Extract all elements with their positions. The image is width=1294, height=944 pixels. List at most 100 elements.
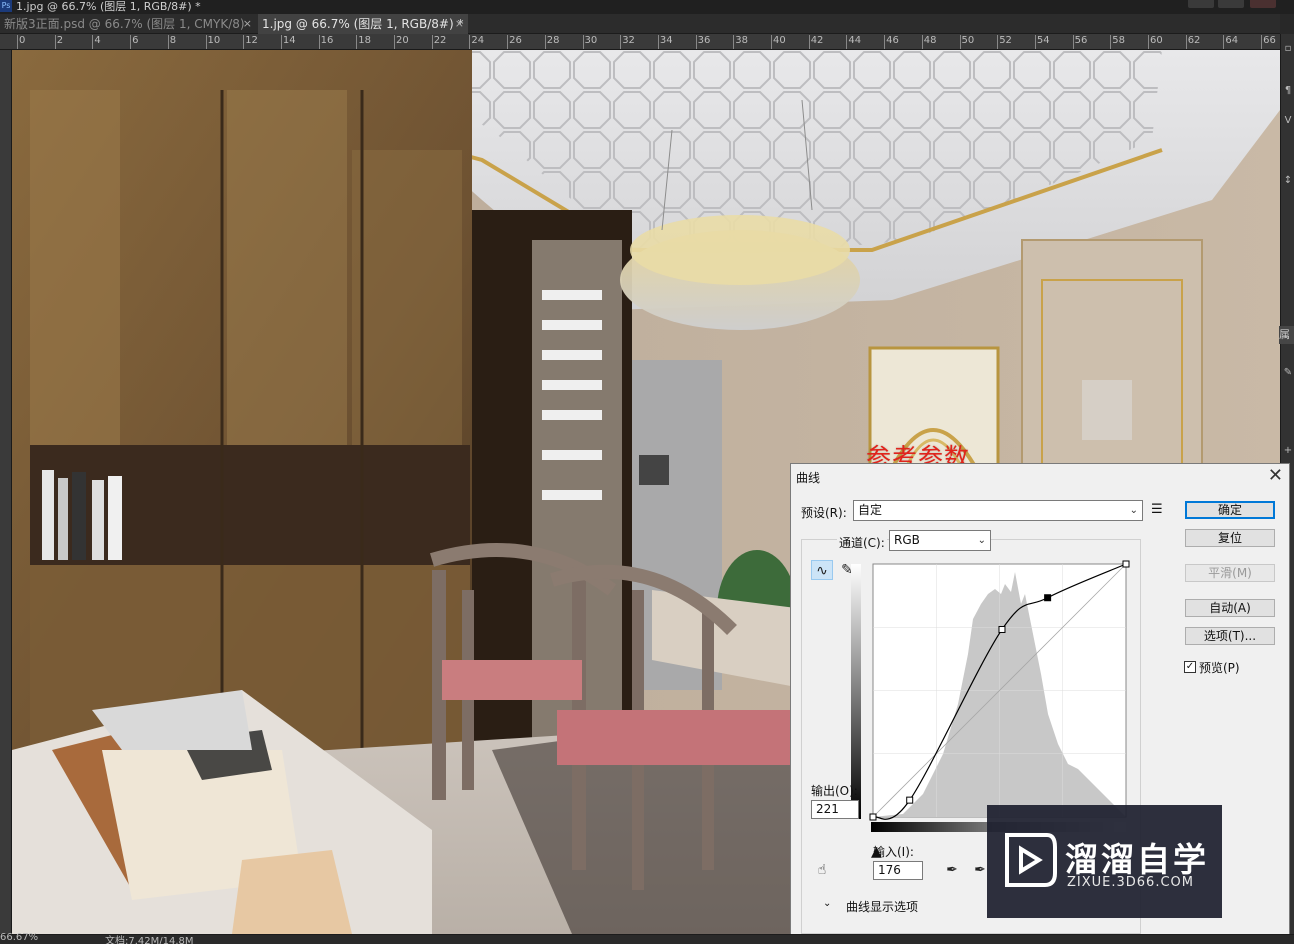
ruler-tick [394, 35, 395, 49]
ruler-label: 50 [961, 35, 975, 46]
vertical-ruler[interactable] [0, 50, 12, 934]
properties-tab[interactable]: 属 [1279, 326, 1294, 344]
close-window-button[interactable] [1250, 0, 1276, 8]
ruler-tick [54, 35, 56, 49]
ruler-tick [507, 35, 509, 49]
ruler-tick [921, 35, 923, 49]
curve-edit-tool-icon[interactable]: ∿ [811, 560, 833, 580]
curve-point [1122, 560, 1130, 568]
ruler-tick [130, 35, 132, 49]
ruler-tick [1072, 35, 1074, 49]
reset-button[interactable]: 复位 [1185, 529, 1275, 547]
ruler-label: 64 [1225, 35, 1239, 46]
ruler-label: 38 [735, 35, 749, 46]
maximize-button[interactable] [1218, 0, 1244, 8]
ruler-tick [808, 35, 810, 49]
channel-value: RGB [894, 533, 920, 547]
ruler-label: 46 [886, 35, 899, 46]
curve-point [906, 796, 914, 804]
minimize-button[interactable] [1188, 0, 1214, 8]
output-label: 输出(O): [811, 784, 858, 798]
curve-graph[interactable] [851, 560, 1136, 840]
chevron-down-icon: ⌄ [1129, 505, 1138, 516]
ruler-tick [167, 35, 169, 49]
ruler-label: 52 [999, 35, 1012, 46]
ruler-label: 54 [1036, 35, 1050, 46]
curve-display-options-label[interactable]: 曲线显示选项 [846, 898, 918, 915]
preset-value: 自定 [858, 503, 883, 517]
ruler-tick [243, 35, 245, 49]
ruler-label: 12 [245, 35, 258, 46]
ruler-tick [431, 35, 433, 49]
zoom-level[interactable]: 66.67% [0, 932, 38, 943]
options-button[interactable]: 选项(T)... [1185, 627, 1275, 645]
ruler-label: 4 [94, 35, 101, 46]
ruler-label: 36 [697, 35, 711, 46]
tab-psd-document[interactable]: 新版3正面.psd @ 66.7% (图层 1, CMYK/8) × [0, 14, 256, 34]
ruler-tick [997, 35, 999, 49]
ruler-tick [771, 35, 772, 49]
target-adjust-tool-icon[interactable]: ☝ [811, 860, 833, 880]
ruler-label: 22 [433, 35, 447, 46]
tab-close-icon[interactable]: × [243, 14, 252, 34]
ruler-tick [469, 35, 471, 49]
preset-menu-icon[interactable]: ☰ [1151, 502, 1163, 517]
watermark-logo-icon [1005, 833, 1057, 887]
black-eyedropper-icon[interactable]: ✒ [941, 860, 963, 880]
channel-select[interactable]: RGB ⌄ [889, 530, 991, 551]
window-title: 1.jpg @ 66.7% (图层 1, RGB/8#) * [16, 0, 201, 13]
tab-close-icon[interactable]: × [455, 14, 464, 34]
ruler-tick [1261, 35, 1263, 49]
ruler-label: 32 [622, 35, 635, 46]
dialog-close-icon[interactable]: ✕ [1268, 465, 1283, 486]
ruler-tick [1034, 35, 1036, 49]
ruler-label: 44 [848, 35, 862, 46]
tab-label: 1.jpg @ 66.7% (图层 1, RGB/8#) * [262, 17, 464, 31]
preview-checkbox[interactable]: ✓ [1184, 661, 1196, 673]
watermark-brand: 溜溜自学 [1065, 840, 1209, 879]
paragraph-icon[interactable]: ¶ [1282, 84, 1294, 98]
ruler-label: 62 [1187, 35, 1201, 46]
ruler-tick [959, 35, 961, 49]
preset-select[interactable]: 自定 ⌄ [853, 500, 1143, 521]
character-icon[interactable]: V [1282, 114, 1294, 128]
ruler-label: 48 [923, 35, 937, 46]
expand-chevron-icon[interactable]: ⌄ [823, 898, 831, 909]
ruler-label: 20 [396, 35, 409, 46]
adjust-panel-icon[interactable]: + [1282, 444, 1294, 458]
ok-button[interactable]: 确定 [1185, 501, 1275, 519]
ruler-label: 2 [56, 35, 64, 46]
ruler-label: 30 [584, 35, 598, 46]
ruler-label: 8 [169, 35, 177, 46]
document-size: 文档:7.42M/14.8M [105, 936, 194, 944]
photoshop-window: Ps 1.jpg @ 66.7% (图层 1, RGB/8#) * 新版3正面.… [0, 0, 1294, 944]
ruler-label: 34 [659, 35, 673, 46]
ruler-tick [280, 35, 282, 49]
ruler-tick [846, 35, 848, 49]
input-field[interactable]: 176 [873, 861, 923, 880]
preset-label: 预设(R): [801, 506, 847, 520]
ruler-label: 40 [773, 35, 786, 46]
smooth-button[interactable]: 平滑(M) [1185, 564, 1275, 582]
horizontal-ruler[interactable]: 0 2 4 6 8 10 12 14 16 18 20 22 24 26 28 30 32 34 36 38 40 42 4… [0, 34, 1280, 50]
ruler-label: 66 [1263, 35, 1276, 46]
panel-icon-1[interactable]: ▫ [1282, 42, 1294, 56]
ruler-label: 26 [509, 35, 522, 46]
document-tab-bar: 新版3正面.psd @ 66.7% (图层 1, CMYK/8) × 1.jpg… [0, 14, 1280, 34]
tab-label: 新版3正面.psd @ 66.7% (图层 1, CMYK/8) [4, 17, 245, 31]
ruler-tick [17, 35, 18, 49]
preview-label: 预览(P) [1199, 661, 1240, 675]
ruler-label: 60 [1150, 35, 1163, 46]
text-size-icon[interactable]: ↕ [1282, 174, 1294, 188]
ruler-tick [205, 35, 207, 49]
tab-jpg-document[interactable]: 1.jpg @ 66.7% (图层 1, RGB/8#) * × [258, 14, 468, 34]
ruler-label: 42 [810, 35, 824, 46]
ruler-tick [657, 35, 659, 49]
eyedropper-panel-icon[interactable]: ✎ [1282, 366, 1294, 380]
auto-button[interactable]: 自动(A) [1185, 599, 1275, 617]
ruler-tick [1148, 35, 1149, 49]
ruler-tick [582, 35, 584, 49]
watermark: 溜溜自学 ZIXUE.3D66.COM [987, 805, 1222, 918]
ruler-label: 28 [546, 35, 560, 46]
output-field[interactable]: 221 [811, 800, 859, 819]
